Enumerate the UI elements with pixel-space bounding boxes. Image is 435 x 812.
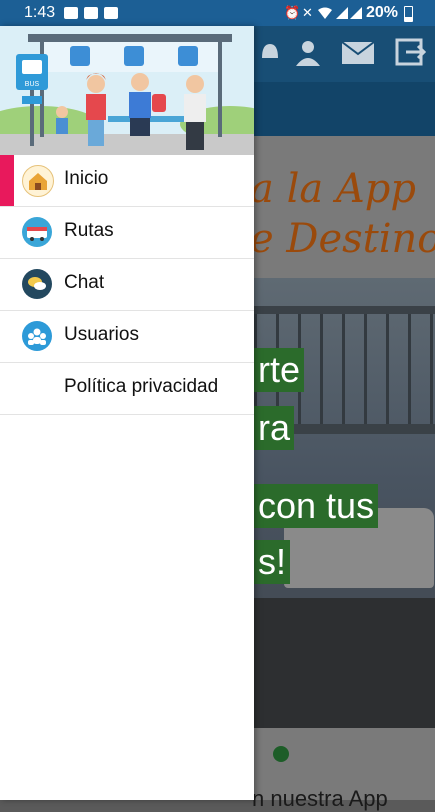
drawer-menu: Inicio Rutas Chat Usuarios Política priv… xyxy=(0,155,254,415)
signal-icon xyxy=(336,6,348,19)
status-bar: 1:43 ⏰ ✕ 20% xyxy=(0,0,435,26)
menu-item-label: Chat xyxy=(64,272,105,293)
users-icon xyxy=(22,321,52,351)
home-icon xyxy=(22,165,54,197)
menu-item-label: Política privacidad xyxy=(64,376,219,397)
drawer-header-illustration: BUS xyxy=(0,26,254,155)
mute-icon: ✕ xyxy=(302,5,313,20)
menu-item-rutas[interactable]: Rutas xyxy=(0,207,254,259)
battery-icon xyxy=(404,6,413,22)
menu-item-politica-privacidad[interactable]: Política privacidad xyxy=(0,363,254,415)
bus-route-icon xyxy=(22,217,52,247)
drawer-scrim[interactable] xyxy=(254,26,435,800)
signal-icon xyxy=(350,6,362,19)
notification-icon xyxy=(64,6,78,19)
chat-icon xyxy=(22,269,52,299)
menu-item-label: Inicio xyxy=(64,168,109,189)
menu-item-inicio[interactable]: Inicio xyxy=(0,155,254,207)
notification-icon xyxy=(84,6,98,19)
navigation-drawer: BUS Inicio Rutas Chat Usuarios Política … xyxy=(0,26,254,800)
bus-sign-text: BUS xyxy=(25,81,40,88)
wifi-icon xyxy=(318,6,332,19)
status-time: 1:43 xyxy=(24,4,56,21)
image-icon xyxy=(104,6,118,19)
battery-percent: 20% xyxy=(366,4,399,21)
alarm-icon: ⏰ xyxy=(284,5,301,20)
menu-item-chat[interactable]: Chat xyxy=(0,259,254,311)
menu-item-usuarios[interactable]: Usuarios xyxy=(0,311,254,363)
menu-item-label: Rutas xyxy=(64,220,114,241)
menu-item-label: Usuarios xyxy=(64,324,139,345)
